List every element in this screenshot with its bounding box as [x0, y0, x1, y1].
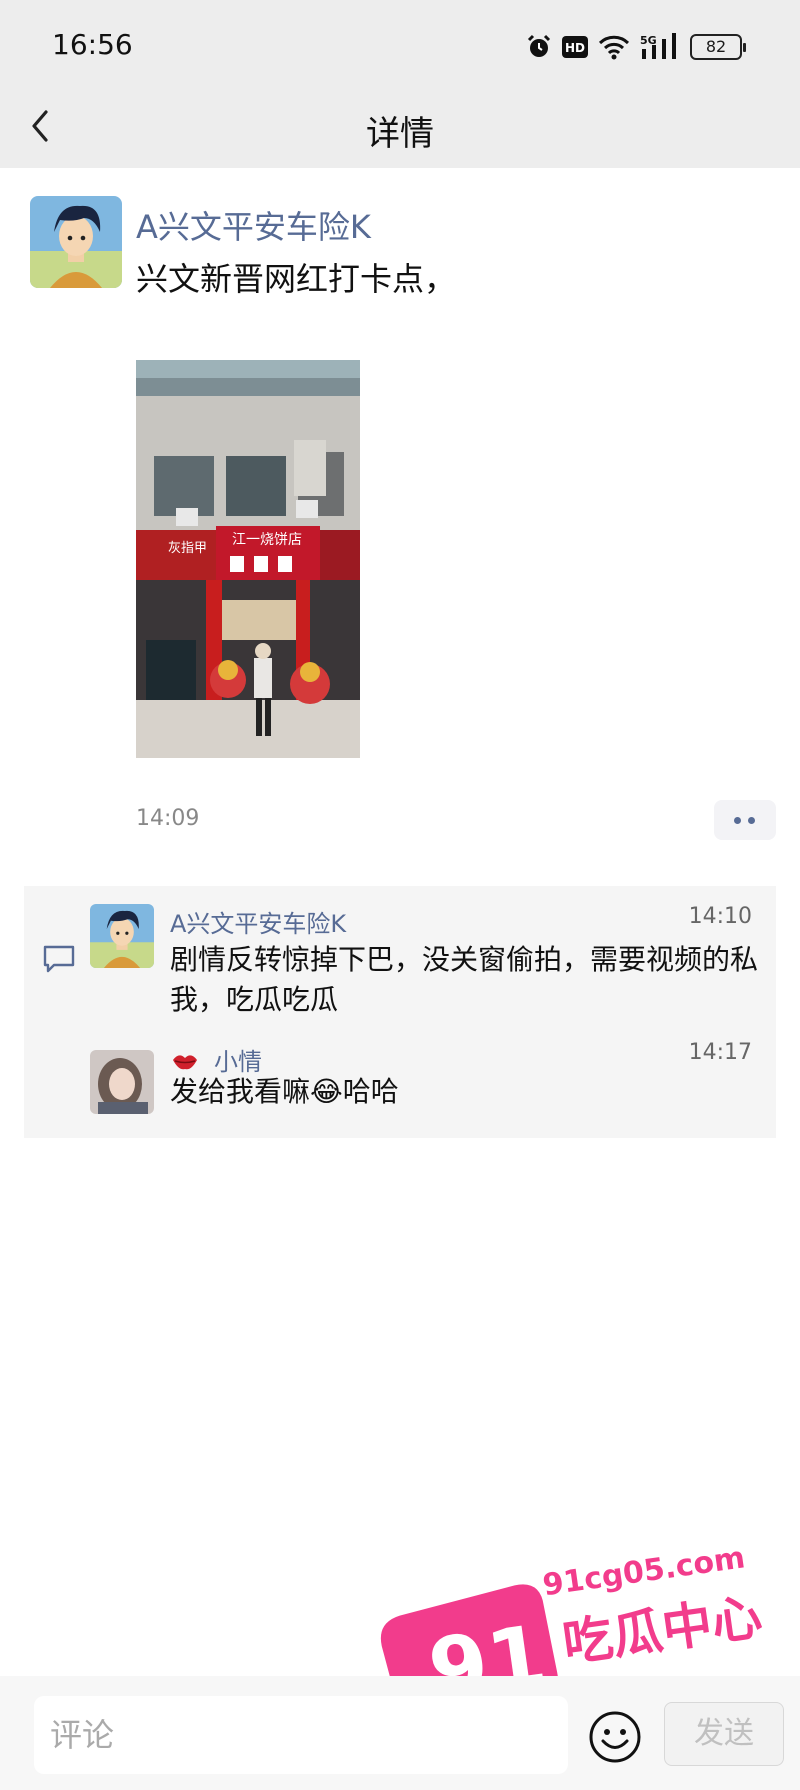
watermark-brand: 吃瓜中心	[559, 1588, 765, 1673]
dot-icon	[748, 817, 755, 824]
more-options-button[interactable]	[714, 800, 776, 840]
photo-sign-left: 灰指甲	[168, 541, 207, 556]
cell-signal-icon: 5G	[640, 33, 676, 59]
author-name[interactable]: A兴文平安车险K	[136, 202, 371, 248]
status-bar: 16:56 HD 5G 82	[0, 0, 800, 92]
comment-icon	[43, 945, 75, 973]
nav-bar: 详情	[0, 92, 800, 168]
comment-input[interactable]: 评论	[34, 1696, 568, 1774]
commenter-avatar[interactable]	[90, 904, 154, 968]
emoji-icon[interactable]	[588, 1710, 642, 1764]
status-time: 16:56	[52, 28, 133, 61]
comments-panel: A兴文平安车险K 14:10 剧情反转惊掉下巴，没关窗偷拍，需要视频的私我，吃瓜…	[24, 886, 776, 1138]
hd-icon: HD	[562, 36, 588, 58]
svg-text:HD: HD	[565, 41, 585, 55]
comment-time: 14:10	[688, 904, 752, 929]
post-photo[interactable]: 灰指甲 江一烧饼店	[136, 360, 360, 758]
dot-icon	[734, 817, 741, 824]
commenter-avatar[interactable]	[90, 1050, 154, 1114]
author-avatar[interactable]	[30, 196, 122, 288]
alarm-icon	[527, 34, 551, 57]
post-time: 14:09	[136, 806, 200, 831]
post-text: 兴文新晋网红打卡点，	[136, 260, 457, 298]
photo-sign-center: 江一烧饼店	[232, 532, 302, 548]
comment-text[interactable]: 发给我看嘛😂哈哈	[170, 1072, 770, 1112]
send-button[interactable]: 发送	[664, 1702, 784, 1766]
comment-time: 14:17	[688, 1040, 752, 1065]
comment-author[interactable]: A兴文平安车险K	[170, 904, 346, 939]
status-icons: HD 5G 82	[526, 30, 746, 64]
lips-icon	[173, 1055, 197, 1070]
battery-icon: 82	[690, 34, 746, 60]
wifi-icon	[598, 35, 630, 60]
comment-input-bar: 评论 发送	[0, 1676, 800, 1790]
page-title: 详情	[366, 114, 434, 154]
comment-text[interactable]: 剧情反转惊掉下巴，没关窗偷拍，需要视频的私我，吃瓜吃瓜	[170, 940, 770, 1020]
